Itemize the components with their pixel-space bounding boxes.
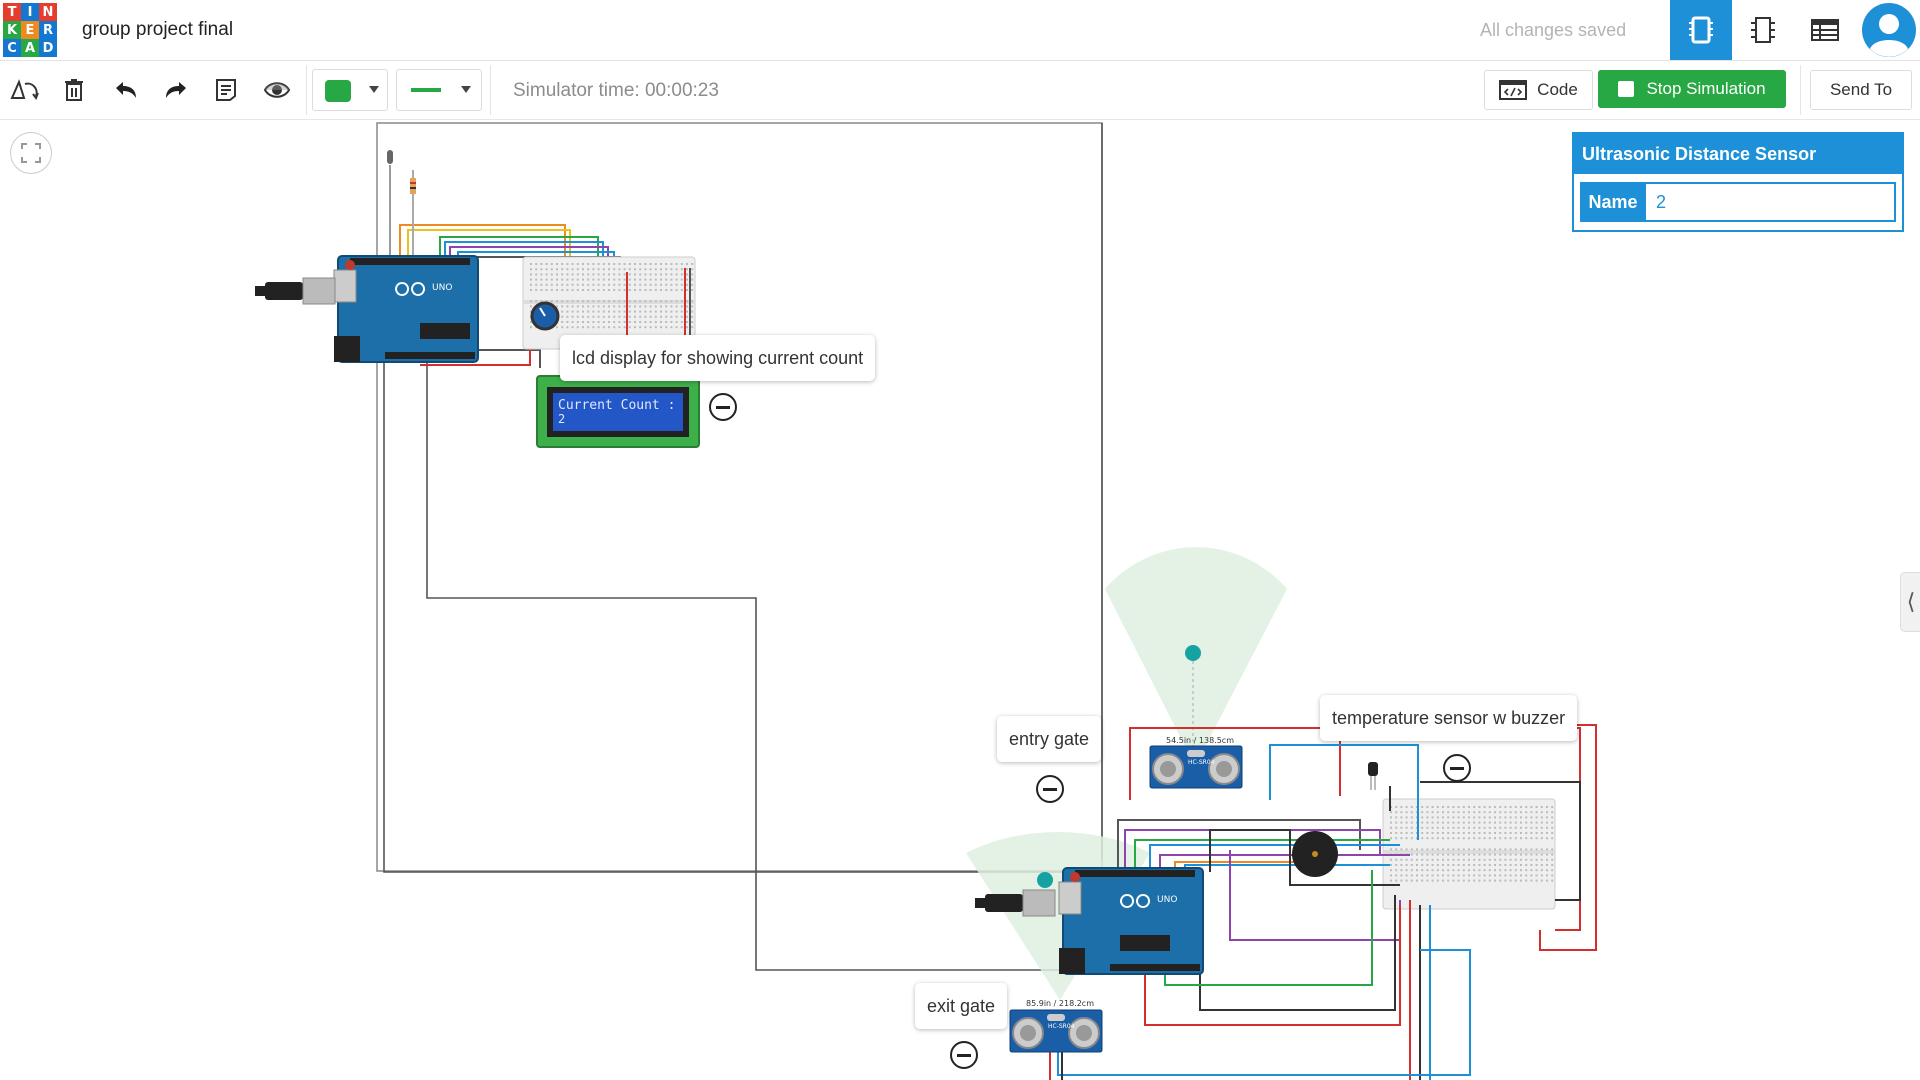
exit-sensor-reading: 85.9in / 218.2cm <box>1026 999 1094 1008</box>
logo-tile: C <box>3 39 21 57</box>
lcd-line-2: 2 <box>558 412 565 426</box>
arduino-uno-upper-label: UNO <box>432 283 452 293</box>
rotate-icon <box>10 79 39 101</box>
toolbar-divider <box>306 65 307 115</box>
rotate-button[interactable] <box>6 73 42 107</box>
entry-sensor-model: HC-SR04 <box>1188 759 1215 766</box>
note-collapse-icon[interactable] <box>1036 775 1064 803</box>
piezo-buzzer[interactable] <box>1292 831 1338 877</box>
potentiometer[interactable] <box>530 301 560 331</box>
component-list-button[interactable] <box>1794 0 1856 60</box>
note-temperature-sensor[interactable]: temperature sensor w buzzer <box>1320 695 1578 741</box>
wire-type-icon <box>411 88 441 92</box>
inspector-name-label: Name <box>1580 182 1646 222</box>
logo-tile: R <box>39 21 57 39</box>
target-marker-entry[interactable] <box>1185 645 1201 661</box>
selection-outline <box>376 122 1103 872</box>
chevron-left-icon: ⟨ <box>1906 589 1916 614</box>
schematic-view-button[interactable] <box>1732 0 1794 60</box>
exit-sensor-model: HC-SR04 <box>1048 1023 1075 1030</box>
notes-icon <box>216 79 236 101</box>
logo-tile: T <box>3 3 21 21</box>
note-collapse-icon[interactable] <box>950 1041 978 1069</box>
circuit-view-button[interactable] <box>1670 0 1732 60</box>
code-button[interactable]: Code <box>1484 70 1593 110</box>
stop-simulation-button[interactable]: Stop Simulation <box>1598 70 1786 108</box>
logo-tile: N <box>39 3 57 21</box>
wire-color-swatch <box>325 80 351 102</box>
visibility-button[interactable] <box>259 73 295 107</box>
wire-type-dropdown[interactable] <box>396 69 482 111</box>
logo-tile: I <box>21 3 39 21</box>
circuit-canvas[interactable]: UNO Current Count : 2 UNO 54.5in / 138.5… <box>0 120 1920 1080</box>
stop-simulation-label: Stop Simulation <box>1646 79 1766 98</box>
logo-tile: A <box>21 39 39 57</box>
send-to-button[interactable]: Send To <box>1810 70 1912 110</box>
ultrasonic-sensor-exit[interactable]: 85.9in / 218.2cm HC-SR04 <box>1009 999 1103 1053</box>
notes-button[interactable] <box>208 73 244 107</box>
wire-color-dropdown[interactable] <box>312 69 388 111</box>
inspector-title: Ultrasonic Distance Sensor <box>1574 134 1902 174</box>
resistor[interactable] <box>410 170 416 200</box>
circuit-view-icon <box>1689 16 1713 44</box>
entry-sensor-reading: 54.5in / 138.5cm <box>1166 736 1234 745</box>
fit-view-icon <box>21 143 41 163</box>
user-avatar-icon <box>1862 3 1916 57</box>
stop-icon <box>1618 81 1635 97</box>
note-exit-gate[interactable]: exit gate <box>915 983 1008 1029</box>
code-button-label: Code <box>1537 80 1578 99</box>
user-avatar[interactable] <box>1858 0 1920 60</box>
usb-cable-upper <box>255 277 336 305</box>
logo-tile: E <box>21 21 39 39</box>
delete-icon <box>65 79 83 101</box>
toolbar-divider <box>490 65 491 115</box>
delete-button[interactable] <box>56 73 92 107</box>
chevron-down-icon <box>461 86 471 93</box>
save-status: All changes saved <box>1480 20 1627 40</box>
top-bar: TINKERCAD group project final All change… <box>0 0 1920 61</box>
component-inspector: Ultrasonic Distance Sensor Name 2 <box>1572 132 1904 232</box>
simulator-time: Simulator time: 00:00:23 <box>513 80 719 101</box>
panel-collapse-button[interactable]: ⟨ <box>1900 572 1920 632</box>
switch-knob[interactable] <box>387 150 393 164</box>
redo-button[interactable] <box>158 73 194 107</box>
toolbar: Simulator time: 00:00:23 Code Stop Simul… <box>0 61 1920 120</box>
redo-icon <box>166 82 186 98</box>
component-list-icon <box>1811 19 1839 41</box>
temperature-sensor[interactable] <box>1368 762 1378 790</box>
note-collapse-icon[interactable] <box>1443 754 1471 782</box>
schematic-view-icon <box>1751 17 1775 43</box>
inspector-name-input[interactable]: 2 <box>1646 182 1896 222</box>
lcd-line-1: Current Count : <box>558 398 675 413</box>
note-collapse-icon[interactable] <box>709 393 737 421</box>
visibility-icon <box>263 82 291 98</box>
toolbar-divider <box>1800 65 1801 115</box>
target-marker-exit[interactable] <box>1037 872 1053 888</box>
undo-icon <box>116 82 136 98</box>
arduino-uno-lower-label: UNO <box>1157 895 1177 905</box>
logo-tile: D <box>39 39 57 57</box>
ultrasonic-sensor-entry[interactable]: 54.5in / 138.5cm HC-SR04 <box>1149 736 1243 789</box>
tinkercad-logo[interactable]: TINKERCAD <box>3 3 57 57</box>
arduino-uno-lower[interactable]: UNO <box>1058 867 1204 975</box>
code-icon <box>1499 80 1528 100</box>
project-title[interactable]: group project final <box>82 19 233 41</box>
note-lcd[interactable]: lcd display for showing current count <box>560 335 876 381</box>
logo-tile: K <box>3 21 21 39</box>
lcd-display[interactable]: Current Count : 2 <box>536 375 700 448</box>
fit-view-button[interactable] <box>10 132 52 174</box>
undo-button[interactable] <box>108 73 144 107</box>
note-entry-gate[interactable]: entry gate <box>997 716 1102 762</box>
chevron-down-icon <box>369 86 379 93</box>
arduino-uno-upper[interactable]: UNO <box>333 255 479 363</box>
